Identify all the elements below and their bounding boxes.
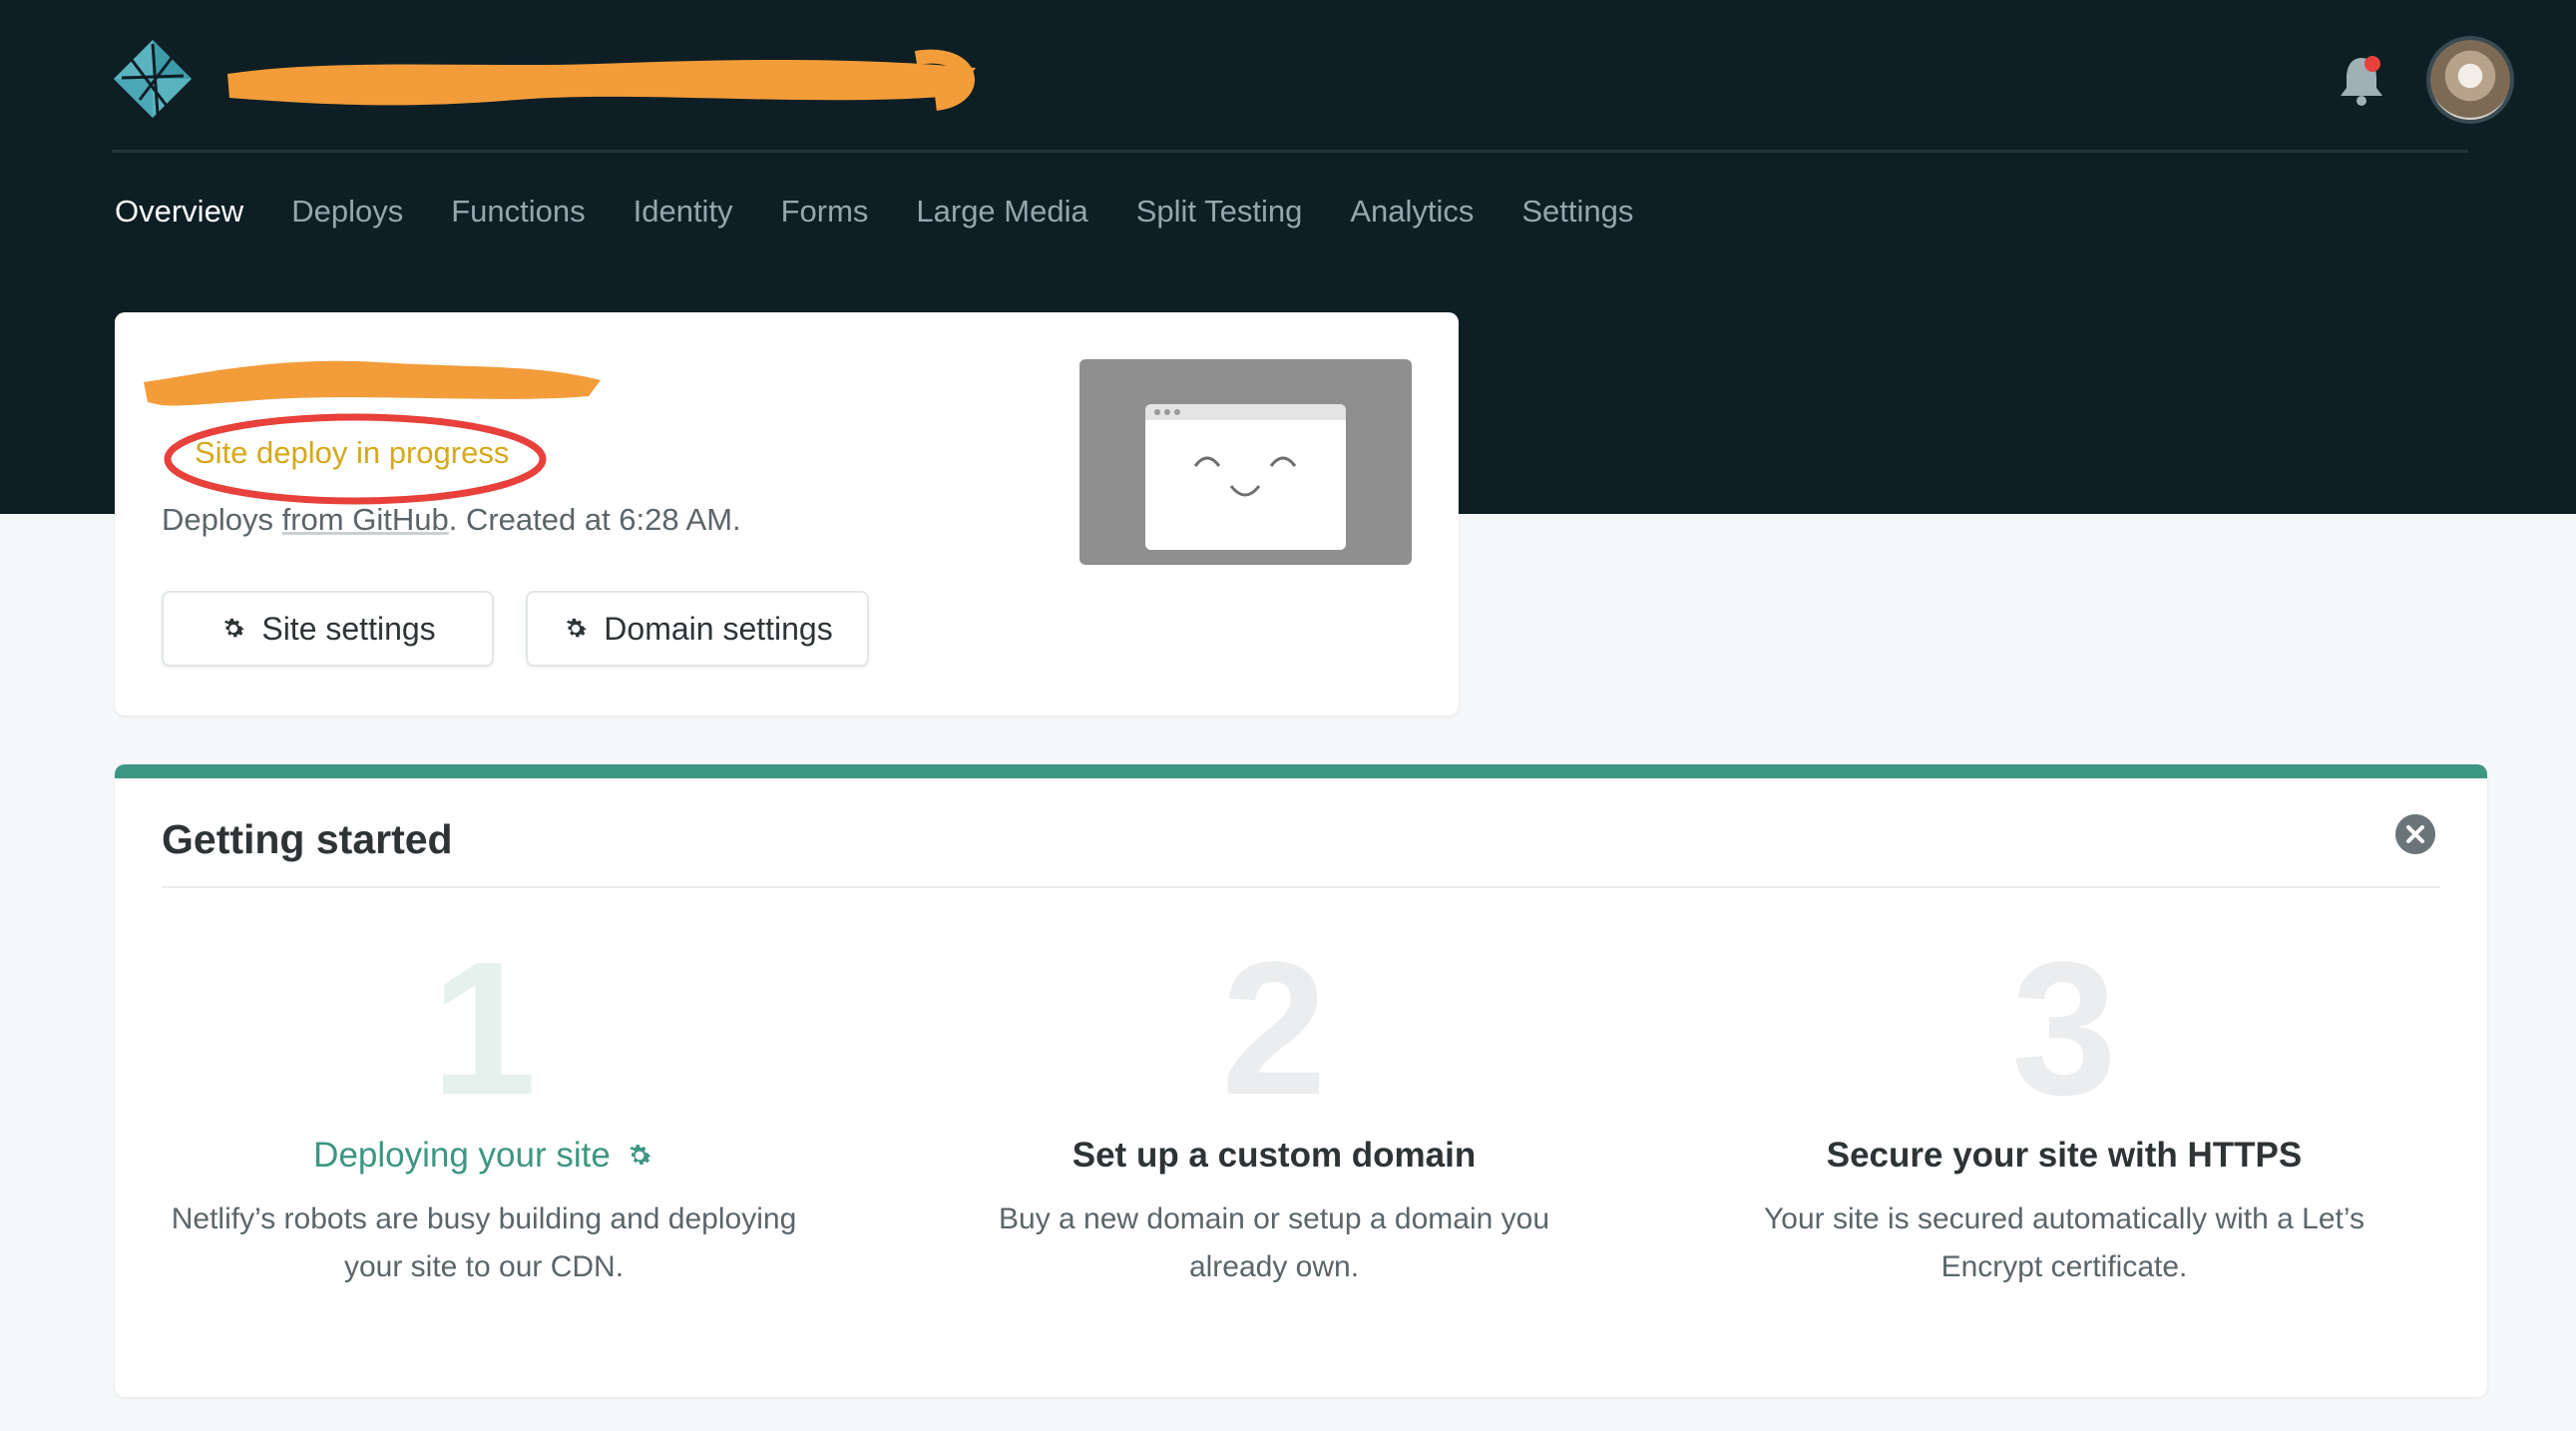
deploy-suffix: . Created at 6:28 AM. <box>448 502 741 537</box>
header-divider <box>112 150 2468 153</box>
tab-functions[interactable]: Functions <box>451 190 585 234</box>
main-nav: Overview Deploys Functions Identity Form… <box>115 190 1681 234</box>
tab-analytics[interactable]: Analytics <box>1350 190 1474 234</box>
step-number: 3 <box>2011 923 2117 1135</box>
step-3: 3 Secure your site with HTTPS Your site … <box>1685 934 2443 1291</box>
close-circle-icon[interactable] <box>2395 814 2435 854</box>
card-divider <box>162 886 2440 888</box>
step-1: 1 Deploying your site Netlify’s robots a… <box>115 934 863 1291</box>
netlify-logo-icon[interactable] <box>112 38 194 120</box>
step-number: 1 <box>431 923 537 1135</box>
step-description: Your site is secured automatically with … <box>1685 1195 2443 1291</box>
step-description-line: Your site is secured automatically with … <box>1764 1202 2364 1235</box>
step-description: Netlify’s robots are busy building and d… <box>115 1195 863 1291</box>
step-description-line: your site to our CDN. <box>343 1250 625 1283</box>
tab-large-media[interactable]: Large Media <box>916 190 1087 234</box>
step-title: Deploying your site <box>115 1136 863 1176</box>
tab-split-testing[interactable]: Split Testing <box>1136 190 1303 234</box>
step-title[interactable]: Secure your site with HTTPS <box>1685 1136 2443 1176</box>
annotation-circle <box>164 413 547 505</box>
step-description-line: Encrypt certificate. <box>1940 1250 2188 1283</box>
tab-identity[interactable]: Identity <box>634 190 733 234</box>
step-number: 2 <box>1221 923 1327 1135</box>
tab-forms[interactable]: Forms <box>781 190 869 234</box>
placeholder-browser-icon <box>1145 404 1346 550</box>
domain-settings-label: Domain settings <box>604 610 833 647</box>
step-description-line: already own. <box>1188 1250 1360 1283</box>
step-description-line: Buy a new domain or setup a domain you <box>999 1202 1549 1235</box>
redacted-site-name <box>227 49 976 111</box>
deploy-info: Deploys from GitHub. Created at 6:28 AM. <box>162 502 741 538</box>
site-settings-label: Site settings <box>261 610 436 647</box>
site-settings-button[interactable]: Site settings <box>162 591 494 667</box>
deploy-prefix: Deploys <box>162 502 282 537</box>
card-accent-bar <box>115 764 2487 778</box>
tab-settings[interactable]: Settings <box>1521 190 1633 234</box>
gear-icon <box>629 1145 651 1165</box>
tab-deploys[interactable]: Deploys <box>291 190 403 234</box>
getting-started-title: Getting started <box>162 816 453 862</box>
redacted-site-title <box>144 360 601 406</box>
step-description-line: Netlify’s robots are busy building and d… <box>171 1202 797 1235</box>
step-title-text: Deploying your site <box>313 1136 611 1175</box>
gear-icon <box>224 618 245 638</box>
domain-settings-button[interactable]: Domain settings <box>526 591 869 667</box>
gear-icon <box>567 618 588 638</box>
github-link[interactable]: from GitHub <box>282 502 449 537</box>
step-title[interactable]: Set up a custom domain <box>895 1136 1653 1176</box>
notification-dot <box>2364 56 2380 72</box>
tab-overview[interactable]: Overview <box>115 190 243 234</box>
avatar[interactable] <box>2430 40 2510 120</box>
getting-started-card: Getting started 1 Deploying your site Ne… <box>115 764 2487 1397</box>
step-2: 2 Set up a custom domain Buy a new domai… <box>895 934 1653 1291</box>
step-description: Buy a new domain or setup a domain you a… <box>895 1195 1653 1291</box>
